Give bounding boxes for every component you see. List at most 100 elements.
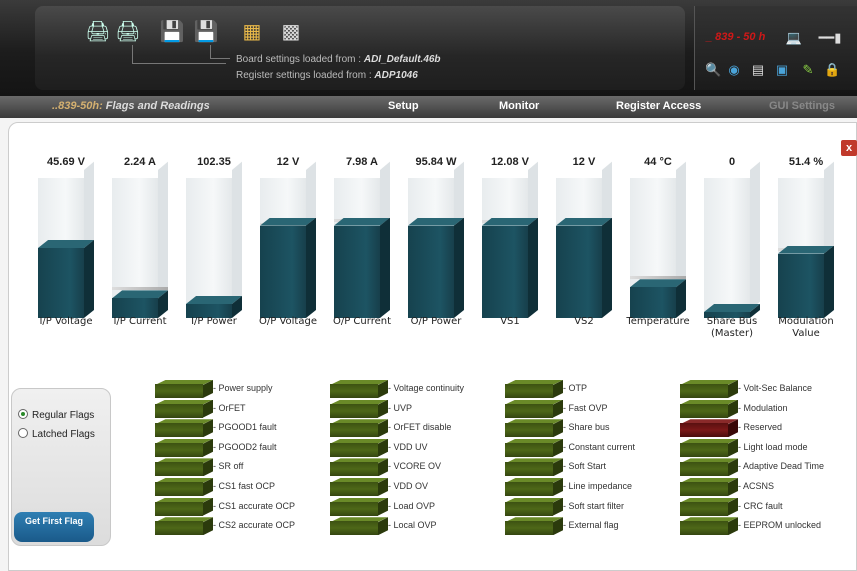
meter-tube (112, 161, 168, 318)
meter-bar (778, 253, 824, 318)
flag-label: - EEPROM unlocked (738, 520, 822, 531)
nav-gui-settings[interactable]: GUI Settings (769, 100, 835, 112)
flag-led-front (155, 462, 203, 477)
document-icon[interactable]: ▣ (774, 62, 790, 78)
meter-bar-side (824, 246, 834, 318)
flag-label: - ACSNS (738, 481, 775, 491)
latched-flags-radio[interactable]: Latched Flags (18, 428, 95, 440)
flag-led (330, 399, 388, 418)
flag-label: - CRC fault (738, 500, 783, 511)
flag-led (155, 399, 213, 418)
globe-icon[interactable]: ◉ (726, 62, 742, 78)
flag-led-front (680, 403, 728, 418)
flag-label: - CS1 accurate OCP (213, 500, 296, 511)
get-first-flag-button[interactable]: Get First Flag (14, 512, 94, 542)
nav-register-access[interactable]: Register Access (616, 100, 701, 112)
flag-led-front (680, 521, 728, 536)
flag-led-front (680, 501, 728, 516)
meter-tube (630, 161, 686, 318)
flag-led-front (330, 442, 378, 457)
device-name: _ 839 - 50 h (706, 31, 766, 43)
graph-icon[interactable]: ▤ (750, 62, 766, 78)
computer-icon[interactable]: 💻 (784, 30, 804, 46)
navigation-bar: ..839-50h: Flags and Readings Setup Moni… (0, 96, 857, 118)
flag-label: - External flag (563, 520, 619, 531)
flag-led (330, 458, 388, 477)
page-title: ..839-50h: Flags and Readings (52, 100, 210, 112)
flag-led-front (155, 521, 203, 536)
close-button[interactable]: x (841, 140, 857, 156)
meter-8: 12 V VS2 (550, 156, 618, 356)
edit-icon[interactable]: ✎ (800, 62, 816, 78)
meter-9: 44 °C Temperature (624, 156, 692, 356)
nav-setup[interactable]: Setup (388, 100, 419, 112)
flag-led-front (505, 462, 553, 477)
flag-label: - SR off (213, 461, 244, 472)
flag-label: - CS2 accurate OCP (213, 520, 296, 531)
meter-bar-side (602, 218, 612, 318)
flag-label: - OrFET (213, 402, 246, 413)
regular-flags-radio[interactable]: Regular Flags (18, 409, 94, 421)
flag-led-front (680, 462, 728, 477)
flag-led (505, 478, 563, 496)
flag-label: - Fast OVP (563, 402, 608, 413)
meter-7: 12.08 V VS1 (476, 156, 544, 356)
meter-label: Modulation Value (778, 316, 834, 339)
flag-led (680, 458, 738, 477)
meter-label: O/P Power (410, 316, 462, 327)
nav-monitor[interactable]: Monitor (499, 100, 539, 112)
flag-led (155, 478, 213, 496)
regular-flags-label: Regular Flags (32, 410, 95, 421)
regular-radio-dot[interactable] (18, 409, 28, 419)
flag-led (155, 517, 213, 536)
meter-background-side (232, 161, 242, 310)
flag-label: - Line impedance (563, 481, 633, 491)
search-icon[interactable]: 🔍 (705, 62, 721, 78)
load-board-icon[interactable]: 💾 (158, 20, 186, 44)
board-connect-icon[interactable]: 🖨 (84, 20, 112, 44)
meter-bar-side (84, 240, 94, 318)
flag-led-front (505, 403, 553, 418)
flag-led-front (505, 482, 553, 496)
flag-led (155, 419, 213, 438)
meter-label: I/P Current (113, 316, 167, 327)
flag-led-front (330, 384, 378, 398)
flag-led-front (155, 384, 203, 398)
flag-led-front (155, 482, 203, 496)
flag-led-front (155, 403, 203, 418)
meter-label: VS2 (574, 316, 594, 327)
flag-led (680, 380, 738, 398)
meter-label: I/P Voltage (39, 316, 93, 327)
flag-label: - VDD UV (388, 441, 428, 452)
lock-icon[interactable]: 🔒 (824, 62, 840, 78)
flag-led (155, 438, 213, 457)
flag-led (330, 438, 388, 457)
flag-label: - Volt-Sec Balance (738, 383, 813, 393)
flag-led (330, 497, 388, 516)
flag-led (505, 399, 563, 418)
flag-label: - Local OVP (388, 520, 437, 531)
flag-led (505, 458, 563, 477)
latched-radio-dot[interactable] (18, 428, 28, 438)
save-board-icon[interactable]: 💾 (192, 20, 220, 44)
flag-led-active (680, 419, 738, 438)
meter-background (704, 178, 750, 318)
flag-led-front (330, 423, 378, 438)
board-disconnect-icon[interactable]: 🖨 (114, 20, 142, 44)
usb-cable-icon[interactable]: ━━▮ (810, 30, 850, 46)
flag-label: - Constant current (563, 441, 636, 452)
chip-icon[interactable]: ▩ (270, 20, 312, 44)
meter-bar-side (380, 218, 390, 318)
flag-label: - UVP (388, 402, 413, 413)
flag-label: - Share bus (563, 422, 610, 433)
meter-limit-mark (112, 287, 168, 291)
flag-led (155, 380, 213, 398)
flag-led (330, 419, 388, 438)
image-icon[interactable]: ▦ (238, 20, 266, 44)
flag-led (330, 478, 388, 496)
meter-tube (186, 161, 242, 318)
flag-label: - Soft Start (563, 461, 607, 472)
flag-led (155, 458, 213, 477)
flag-led-front (330, 521, 378, 536)
meter-tube (334, 161, 390, 318)
